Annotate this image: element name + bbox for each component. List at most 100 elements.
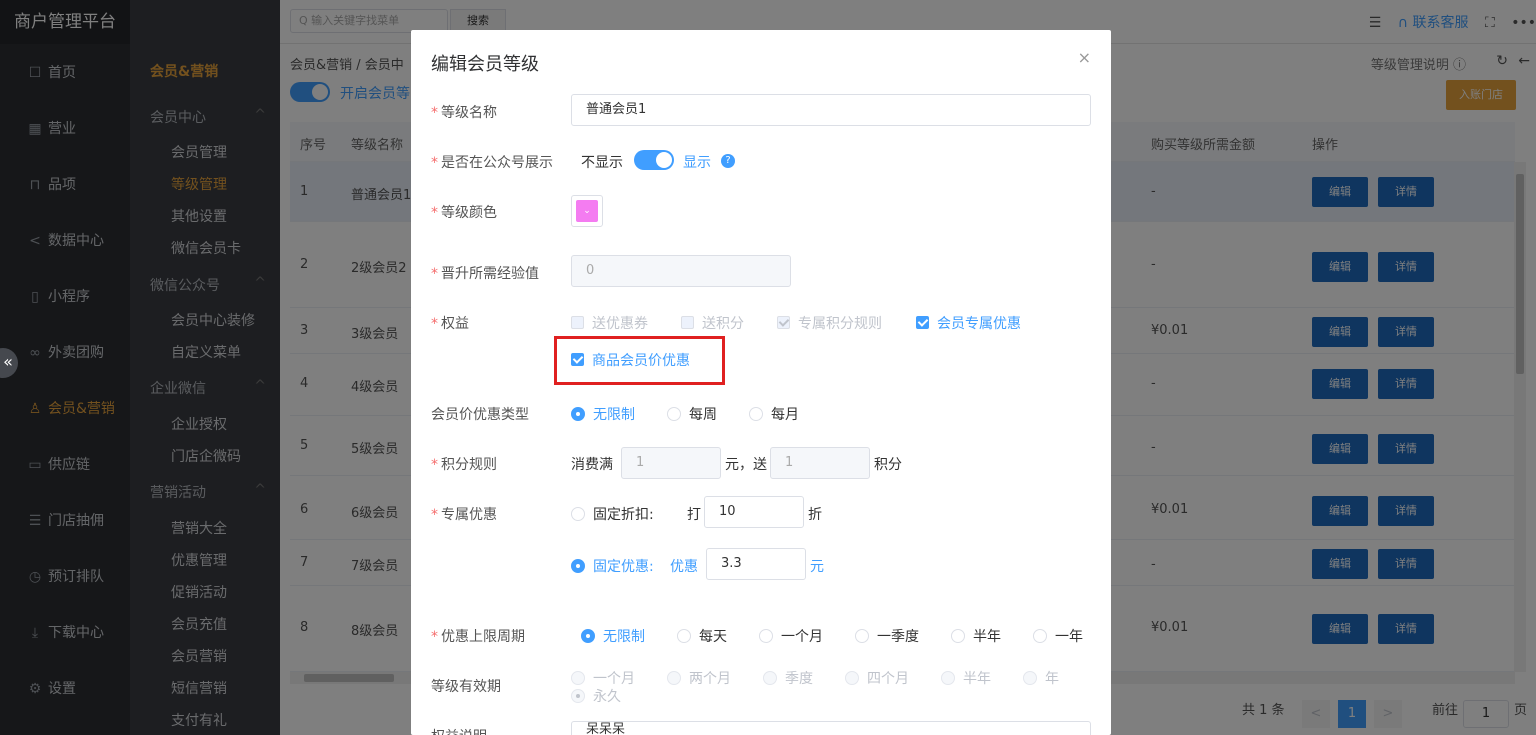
help-icon[interactable]: ? bbox=[721, 152, 735, 168]
required-mark: * bbox=[431, 266, 438, 282]
required-mark: * bbox=[431, 457, 438, 473]
level-color-picker[interactable]: ⌄ bbox=[571, 195, 603, 227]
required-mark: * bbox=[431, 629, 438, 645]
upgrade-exp-label: * 晋升所需经验值 bbox=[431, 263, 539, 283]
radio-label: 每周 bbox=[689, 407, 717, 423]
radio-dot bbox=[571, 407, 585, 421]
highlight-box bbox=[554, 336, 725, 385]
fixed-amount-input[interactable]: 3.3 bbox=[706, 548, 806, 580]
checkbox-box bbox=[777, 316, 790, 329]
radio-label: 两个月 bbox=[689, 671, 731, 687]
discount-suffix: 折 bbox=[808, 507, 822, 523]
radio-label: 每月 bbox=[771, 407, 799, 423]
required-mark: * bbox=[431, 205, 438, 221]
help-dot: ? bbox=[721, 154, 735, 168]
required-mark: * bbox=[431, 507, 438, 523]
radio-label: 半年 bbox=[973, 629, 1001, 645]
radio-label: 一个月 bbox=[593, 671, 635, 687]
exclusive-label: * 专属优惠 bbox=[431, 504, 497, 524]
checkbox-box bbox=[571, 316, 584, 329]
show-on-label: 显示 bbox=[683, 155, 711, 171]
radio-dot bbox=[749, 407, 763, 421]
show-in-official-label: * 是否在公众号展示 bbox=[431, 152, 553, 172]
validity-2month-radio[interactable]: 两个月 bbox=[667, 668, 731, 688]
validity-month-radio[interactable]: 一个月 bbox=[571, 668, 635, 688]
fixed-suffix: 元 bbox=[810, 559, 824, 575]
required-mark: * bbox=[431, 105, 438, 121]
discount-prefix: 打 bbox=[687, 507, 701, 523]
limit-daily-radio[interactable]: 每天 bbox=[677, 626, 727, 646]
label-text: 积分规则 bbox=[441, 457, 497, 473]
benefit-coupon-checkbox[interactable]: 送优惠券 bbox=[571, 313, 648, 333]
radio-dot bbox=[1033, 629, 1047, 643]
price-type-monthly-radio[interactable]: 每月 bbox=[749, 404, 799, 424]
radio-dot bbox=[571, 507, 585, 521]
validity-label: 等级有效期 bbox=[431, 679, 501, 695]
points-amount-input[interactable]: 1 bbox=[621, 447, 721, 479]
benefit-desc-textarea[interactable]: 呆呆呆 bbox=[571, 721, 1091, 735]
radio-dot bbox=[571, 671, 585, 685]
label-text: 等级名称 bbox=[441, 105, 497, 121]
upgrade-exp-input[interactable]: 0 bbox=[571, 255, 791, 287]
radio-dot bbox=[571, 559, 585, 573]
fixed-prefix: 优惠 bbox=[670, 559, 698, 575]
radio-label: 半年 bbox=[963, 671, 991, 687]
chevron-down-icon: ⌄ bbox=[576, 200, 598, 222]
points-rule-label: * 积分规则 bbox=[431, 454, 497, 474]
limit-quarter-radio[interactable]: 一季度 bbox=[855, 626, 919, 646]
radio-dot bbox=[677, 629, 691, 643]
label-text: 优惠上限周期 bbox=[441, 629, 525, 645]
radio-dot bbox=[951, 629, 965, 643]
limit-year-radio[interactable]: 一年 bbox=[1033, 626, 1083, 646]
radio-dot bbox=[855, 629, 869, 643]
validity-4month-radio[interactable]: 四个月 bbox=[845, 668, 909, 688]
label-text: 权益 bbox=[441, 316, 469, 332]
label-text: 是否在公众号展示 bbox=[441, 155, 553, 171]
limit-month-radio[interactable]: 一个月 bbox=[759, 626, 823, 646]
level-name-label: * 等级名称 bbox=[431, 102, 497, 122]
required-mark: * bbox=[431, 155, 438, 171]
discount-input[interactable]: 10 bbox=[704, 496, 804, 528]
radio-dot bbox=[667, 671, 681, 685]
checkbox-label: 专属积分规则 bbox=[798, 316, 882, 332]
radio-label: 一年 bbox=[1055, 629, 1083, 645]
price-type-unlimited-radio[interactable]: 无限制 bbox=[571, 404, 635, 424]
radio-dot bbox=[763, 671, 777, 685]
limit-unlimited-radio[interactable]: 无限制 bbox=[581, 626, 645, 646]
radio-label: 四个月 bbox=[867, 671, 909, 687]
checkbox-box bbox=[916, 316, 929, 329]
label-text: 晋升所需经验值 bbox=[441, 266, 539, 282]
validity-quarter-radio[interactable]: 季度 bbox=[763, 668, 813, 688]
member-price-type-label: 会员价优惠类型 bbox=[431, 407, 529, 423]
radio-dot bbox=[941, 671, 955, 685]
validity-year-radio[interactable]: 年 bbox=[1023, 668, 1059, 688]
fixed-discount-radio[interactable]: 固定折扣: bbox=[571, 504, 654, 524]
radio-label: 固定折扣: bbox=[593, 507, 654, 523]
radio-label: 永久 bbox=[593, 689, 621, 705]
benefit-points-rule-checkbox[interactable]: 专属积分规则 bbox=[777, 313, 882, 333]
benefit-points-checkbox[interactable]: 送积分 bbox=[681, 313, 744, 333]
price-type-weekly-radio[interactable]: 每周 bbox=[667, 404, 717, 424]
checkbox-label: 送积分 bbox=[702, 316, 744, 332]
dialog-title: 编辑会员等级 bbox=[431, 54, 539, 75]
radio-dot bbox=[581, 629, 595, 643]
level-color-label: * 等级颜色 bbox=[431, 202, 497, 222]
validity-halfyear-radio[interactable]: 半年 bbox=[941, 668, 991, 688]
label-text: 等级颜色 bbox=[441, 205, 497, 221]
radio-label: 一个月 bbox=[781, 629, 823, 645]
benefit-exclusive-checkbox[interactable]: 会员专属优惠 bbox=[916, 313, 1021, 333]
level-name-input[interactable]: 普通会员1 bbox=[571, 94, 1091, 126]
validity-forever-radio[interactable]: 永久 bbox=[571, 686, 621, 706]
checkbox-box bbox=[681, 316, 694, 329]
show-in-official-switch[interactable] bbox=[634, 150, 674, 170]
fixed-amount-radio[interactable]: 固定优惠: bbox=[571, 556, 654, 576]
points-value-input[interactable]: 1 bbox=[770, 447, 870, 479]
required-mark: * bbox=[431, 316, 438, 332]
radio-dot bbox=[845, 671, 859, 685]
points-mid: 元，送 bbox=[725, 457, 767, 473]
radio-label: 无限制 bbox=[593, 407, 635, 423]
close-icon[interactable]: × bbox=[1078, 48, 1091, 67]
radio-label: 固定优惠: bbox=[593, 559, 654, 575]
show-off-label: 不显示 bbox=[581, 155, 623, 171]
limit-halfyear-radio[interactable]: 半年 bbox=[951, 626, 1001, 646]
